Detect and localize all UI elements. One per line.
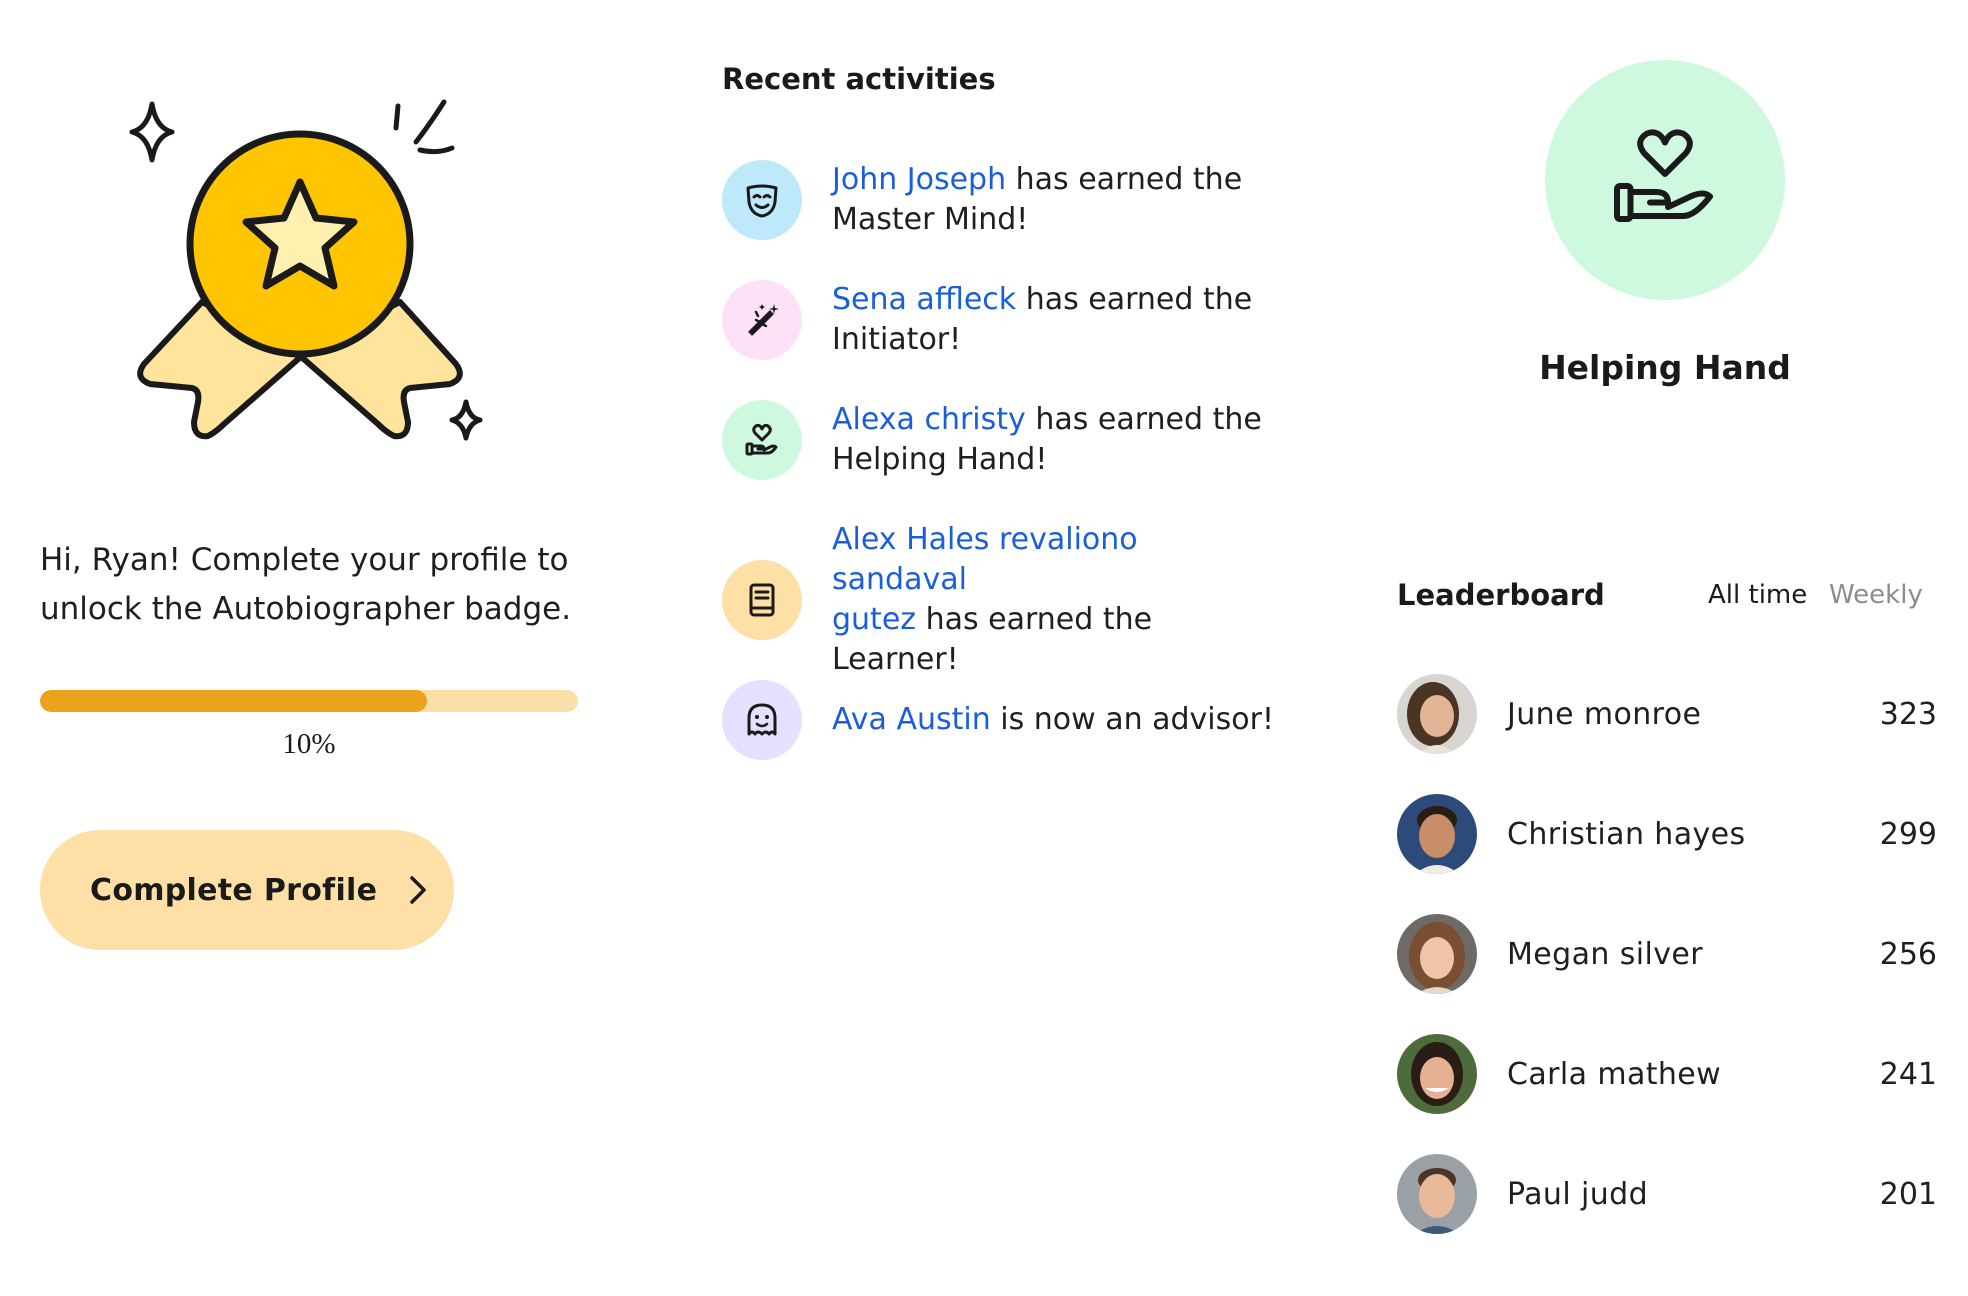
activity-user-link-cont[interactable]: gutez — [832, 602, 916, 637]
activity-icon-circle — [722, 560, 802, 640]
activity-icon-circle — [722, 280, 802, 360]
avatar — [1397, 674, 1477, 754]
activity-item: Alex Hales revaliono sandaval gutez has … — [722, 520, 1282, 680]
book-icon — [749, 583, 775, 617]
activity-text: Alex Hales revaliono sandaval gutez has … — [832, 520, 1282, 680]
leaderboard-score: 256 — [1879, 936, 1937, 972]
leaderboard-name: June monroe — [1507, 696, 1702, 732]
activity-badge-name: Master Mind! — [832, 202, 1029, 237]
activity-text: John Joseph has earned the Master Mind! — [832, 160, 1242, 240]
leaderboard-row[interactable]: Megan silver 256 — [1397, 913, 1937, 995]
tab-weekly[interactable]: Weekly — [1829, 580, 1923, 610]
magic-wand-icon — [748, 304, 779, 336]
helping-hand-icon — [1614, 129, 1713, 222]
profile-progress-bar — [40, 690, 578, 712]
activity-user-link[interactable]: Sena affleck — [832, 282, 1016, 317]
activity-item: Ava Austin is now an advisor! — [722, 680, 1282, 760]
activity-badge-name: Learner! — [832, 642, 959, 677]
profile-prompt: Hi, Ryan! Complete your profile to unloc… — [40, 536, 640, 634]
avatar — [1397, 1034, 1477, 1114]
progress-percent: 10% — [282, 728, 336, 760]
leaderboard-score: 323 — [1879, 696, 1937, 732]
leaderboard-name: Carla mathew — [1507, 1056, 1722, 1092]
leaderboard-row[interactable]: Carla mathew 241 — [1397, 1033, 1937, 1115]
activity-badge-name: Helping Hand! — [832, 442, 1048, 477]
medal-illustration — [129, 99, 483, 441]
activity-message: has earned the — [1016, 282, 1253, 317]
activity-icon-circle — [722, 160, 802, 240]
activity-icon-circle — [722, 680, 802, 760]
chevron-right-icon — [410, 876, 427, 904]
mask-icon — [746, 184, 778, 218]
activity-message: has earned the — [1025, 402, 1262, 437]
activity-message: is now an advisor! — [990, 702, 1274, 737]
profile-prompt-line1: Hi, Ryan! Complete your profile to — [40, 542, 569, 578]
featured-badge-circle — [1545, 60, 1785, 300]
recent-activities-title: Recent activities — [722, 62, 996, 96]
activity-user-link[interactable]: Ava Austin — [832, 702, 991, 737]
complete-profile-label: Complete Profile — [90, 872, 378, 908]
activity-text: Ava Austin is now an advisor! — [832, 700, 1274, 740]
activity-item: John Joseph has earned the Master Mind! — [722, 160, 1282, 240]
complete-profile-button[interactable]: Complete Profile — [40, 830, 454, 950]
leaderboard-score: 201 — [1879, 1176, 1937, 1212]
profile-prompt-line2: unlock the Autobiographer badge. — [40, 591, 572, 627]
activity-icon-circle — [722, 400, 802, 480]
leaderboard-score: 241 — [1879, 1056, 1937, 1092]
activity-user-link[interactable]: Alexa christy — [832, 402, 1026, 437]
featured-badge-title: Helping Hand — [1539, 348, 1791, 387]
avatar — [1397, 1154, 1477, 1234]
sparkle-icon — [449, 399, 483, 441]
helping-hand-icon — [745, 423, 778, 456]
activity-user-link[interactable]: Alex Hales revaliono sandaval — [832, 522, 1138, 597]
activity-text: Alexa christy has earned the Helping Han… — [832, 400, 1262, 480]
leaderboard-name: Christian hayes — [1507, 816, 1746, 852]
profile-progress-fill — [40, 690, 428, 712]
leaderboard-name: Megan silver — [1507, 936, 1703, 972]
activity-user-link[interactable]: John Joseph — [832, 162, 1006, 197]
leaderboard-row[interactable]: June monroe 323 — [1397, 673, 1937, 755]
activity-text: Sena affleck has earned the Initiator! — [832, 280, 1252, 360]
ghost-icon — [747, 703, 777, 736]
activity-item: Sena affleck has earned the Initiator! — [722, 280, 1282, 360]
leaderboard-score: 299 — [1879, 816, 1937, 852]
tab-all-time[interactable]: All time — [1708, 580, 1807, 610]
activity-badge-name: Initiator! — [832, 322, 962, 357]
activity-message: has earned the — [1006, 162, 1243, 197]
leaderboard-row[interactable]: Paul judd 201 — [1397, 1153, 1937, 1235]
leaderboard-title: Leaderboard — [1397, 578, 1605, 612]
leaderboard-name: Paul judd — [1507, 1176, 1649, 1212]
activity-message: has earned the — [916, 602, 1153, 637]
avatar — [1397, 914, 1477, 994]
sparkle-icon — [129, 101, 175, 163]
leaderboard-row[interactable]: Christian hayes 299 — [1397, 793, 1937, 875]
avatar — [1397, 794, 1477, 874]
accent-lines — [393, 99, 455, 155]
activity-item: Alexa christy has earned the Helping Han… — [722, 400, 1282, 480]
